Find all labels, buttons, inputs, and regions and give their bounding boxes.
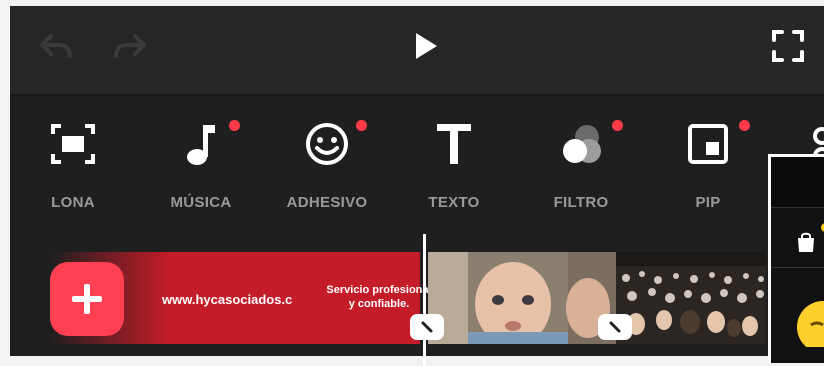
tools-row: LONA MÚSICA ADHESIVO TEXTO FILTRO PIP bbox=[10, 98, 824, 230]
emoji-icon[interactable] bbox=[793, 297, 824, 347]
new-badge-dot bbox=[612, 120, 623, 131]
tool-label: FILTRO bbox=[553, 194, 609, 211]
app-frame: LONA MÚSICA ADHESIVO TEXTO FILTRO PIP ww… bbox=[0, 0, 824, 366]
side-panel-divider bbox=[771, 267, 824, 268]
tool-adhesivo[interactable]: ADHESIVO bbox=[272, 98, 382, 230]
crowd-thumbnail bbox=[616, 252, 766, 344]
text-icon bbox=[399, 118, 509, 170]
plus-icon bbox=[72, 284, 102, 314]
playhead[interactable] bbox=[423, 234, 426, 366]
tool-lona[interactable]: LONA bbox=[18, 98, 128, 230]
top-bar bbox=[10, 6, 824, 96]
new-badge-dot bbox=[229, 120, 240, 131]
new-badge-dot bbox=[356, 120, 367, 131]
tool-pip[interactable]: PIP bbox=[653, 98, 763, 230]
video-clip-crowd[interactable] bbox=[616, 252, 766, 344]
tool-label: LONA bbox=[51, 194, 95, 211]
undo-icon[interactable] bbox=[36, 28, 76, 64]
tool-label: TEXTO bbox=[428, 194, 480, 211]
video-clip-baby[interactable] bbox=[428, 252, 616, 344]
tool-label: MÚSICA bbox=[170, 194, 232, 211]
redo-icon[interactable] bbox=[110, 28, 150, 64]
play-icon[interactable] bbox=[408, 26, 444, 66]
tool-texto[interactable]: TEXTO bbox=[399, 98, 509, 230]
transition-icon bbox=[421, 321, 433, 333]
add-clip-button[interactable] bbox=[50, 262, 124, 336]
side-panel[interactable] bbox=[768, 154, 824, 363]
tool-filtro[interactable]: FILTRO bbox=[526, 98, 636, 230]
side-panel-header bbox=[771, 157, 824, 208]
tool-label: PIP bbox=[695, 194, 721, 211]
baby-thumbnail bbox=[428, 252, 616, 344]
canvas-icon bbox=[18, 118, 128, 170]
timeline[interactable]: www.hycasociados.c Servicio profesional … bbox=[10, 234, 824, 366]
transition-icon bbox=[609, 321, 621, 333]
new-badge-dot bbox=[739, 120, 750, 131]
transition-handle[interactable] bbox=[598, 314, 632, 340]
shopping-bag-icon[interactable] bbox=[791, 227, 821, 257]
clip-url-text: www.hycasociados.c bbox=[162, 292, 293, 307]
transition-handle[interactable] bbox=[410, 314, 444, 340]
tool-musica[interactable]: MÚSICA bbox=[146, 98, 256, 230]
tool-label: ADHESIVO bbox=[286, 194, 368, 211]
editor-panel: LONA MÚSICA ADHESIVO TEXTO FILTRO PIP ww… bbox=[10, 6, 824, 366]
fullscreen-icon[interactable] bbox=[768, 26, 808, 66]
